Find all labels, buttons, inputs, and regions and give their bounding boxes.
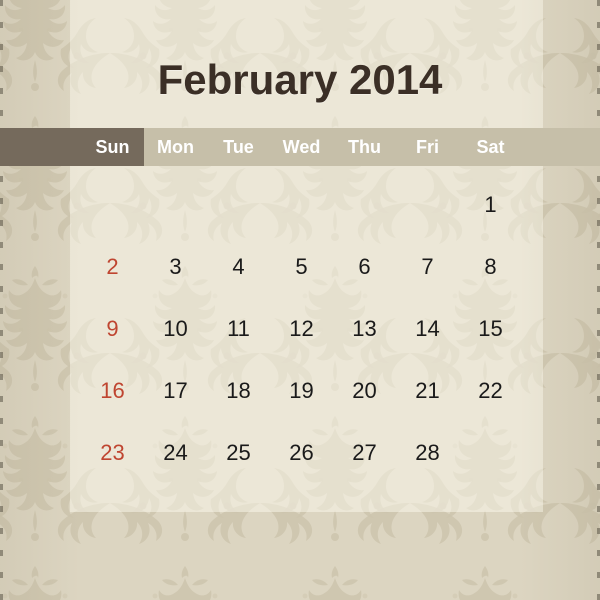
day-cell-23[interactable]: 23 [81, 422, 144, 484]
day-cell-3[interactable]: 3 [144, 236, 207, 298]
day-cell-1[interactable]: 1 [459, 174, 522, 236]
day-cell-2[interactable]: 2 [81, 236, 144, 298]
day-cell-empty [459, 422, 522, 484]
day-cell-25[interactable]: 25 [207, 422, 270, 484]
day-cell-8[interactable]: 8 [459, 236, 522, 298]
day-cell-12[interactable]: 12 [270, 298, 333, 360]
day-cell-11[interactable]: 11 [207, 298, 270, 360]
week-row: 23 24 25 26 27 28 [81, 422, 522, 484]
week-row: 1 [81, 174, 522, 236]
weekday-header-sat: Sat [476, 137, 505, 157]
day-cell-20[interactable]: 20 [333, 360, 396, 422]
day-cell-empty [144, 174, 207, 236]
day-cell-16[interactable]: 16 [81, 360, 144, 422]
day-cell-empty [396, 174, 459, 236]
weekday-header-row: Sun Mon Tue Wed Thu Fri Sat [0, 128, 600, 166]
day-cell-22[interactable]: 22 [459, 360, 522, 422]
day-cell-6[interactable]: 6 [333, 236, 396, 298]
day-cell-21[interactable]: 21 [396, 360, 459, 422]
day-cell-26[interactable]: 26 [270, 422, 333, 484]
day-cell-empty [270, 174, 333, 236]
page-title: February 2014 [157, 56, 443, 103]
weekday-header-sun: Sun [95, 137, 130, 157]
week-row: 16 17 18 19 20 21 22 [81, 360, 522, 422]
day-cell-13[interactable]: 13 [333, 298, 396, 360]
day-cell-27[interactable]: 27 [333, 422, 396, 484]
day-cell-empty [207, 174, 270, 236]
day-cell-7[interactable]: 7 [396, 236, 459, 298]
weekday-header-band: Sun Mon Tue Wed Thu Fri Sat [0, 128, 600, 166]
day-cell-15[interactable]: 15 [459, 298, 522, 360]
weekday-header-fri: Fri [415, 137, 439, 157]
weekday-header-mon: Mon [157, 137, 194, 157]
day-cell-9[interactable]: 9 [81, 298, 144, 360]
weekday-header-wed: Wed [282, 137, 321, 157]
day-cell-5[interactable]: 5 [270, 236, 333, 298]
day-cell-28[interactable]: 28 [396, 422, 459, 484]
day-cell-empty [333, 174, 396, 236]
week-row: 2345678 [81, 236, 522, 298]
weekday-header-thu: Thu [348, 137, 381, 157]
day-cell-18[interactable]: 18 [207, 360, 270, 422]
date-grid: 1 2 3 4 5 6 7 8 9 10 11 12 13 14 15 16 17 18 19 20 21 22 23 24 2… [81, 174, 522, 484]
day-cell-19[interactable]: 19 [270, 360, 333, 422]
weekday-header-tue: Tue [223, 137, 254, 157]
day-cell-10[interactable]: 10 [144, 298, 207, 360]
week-row: 9 10 11 12 13 14 15 [81, 298, 522, 360]
day-cell-14[interactable]: 14 [396, 298, 459, 360]
day-cell-empty [81, 174, 144, 236]
day-cell-24[interactable]: 24 [144, 422, 207, 484]
day-cell-4[interactable]: 4 [207, 236, 270, 298]
header-left-spacer [0, 128, 81, 166]
day-cell-17[interactable]: 17 [144, 360, 207, 422]
calendar-page: February 2014 Sun Mon Tue Wed Thu Fri Sat 1234… [0, 0, 600, 600]
